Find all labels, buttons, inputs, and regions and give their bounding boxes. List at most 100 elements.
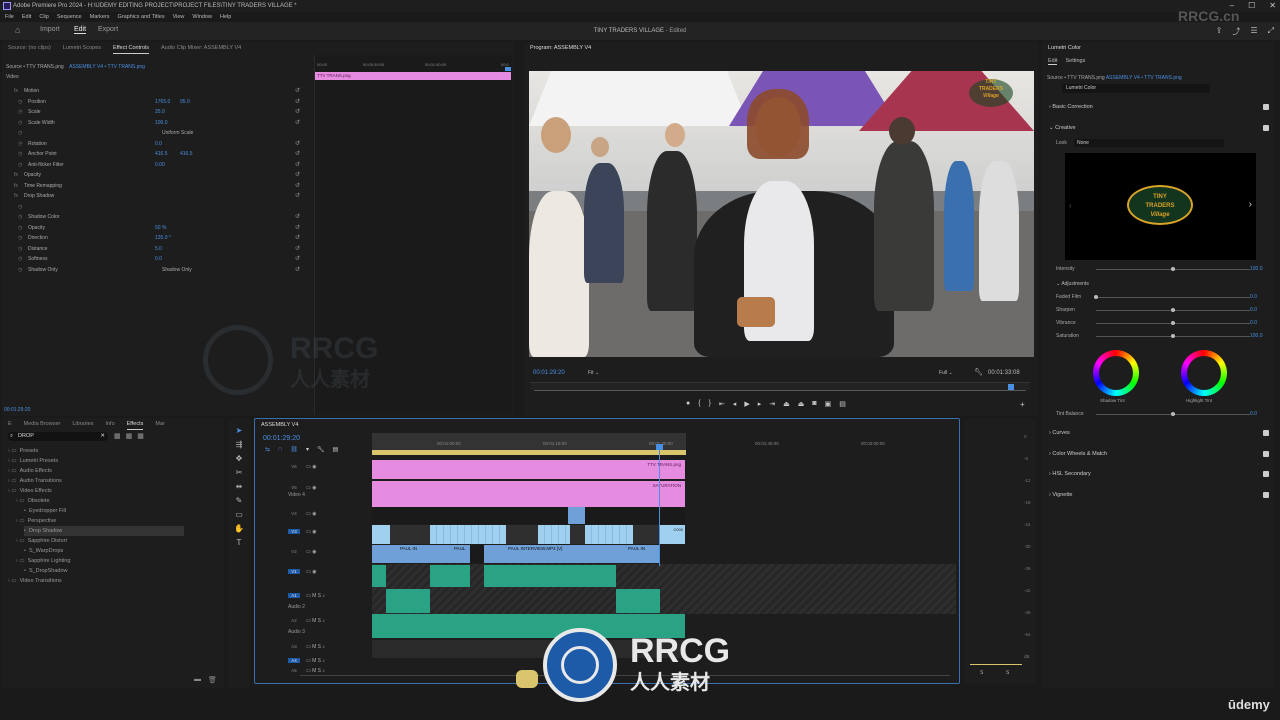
look-dropdown[interactable]: None: [1074, 139, 1224, 147]
razor-icon[interactable]: ✂: [234, 468, 244, 478]
effects-tree-item[interactable]: › ▭ Sapphire Distort: [16, 536, 67, 546]
reset-icon[interactable]: ↺: [295, 223, 300, 233]
lumetri-tab-settings[interactable]: Settings: [1065, 58, 1085, 65]
eye-icon[interactable]: ▭ ◉: [306, 549, 316, 555]
stopwatch-icon[interactable]: ◷: [18, 118, 22, 128]
stopwatch-icon[interactable]: ◷: [18, 107, 22, 117]
clear-search-icon[interactable]: ✕: [100, 432, 105, 441]
maximize-icon[interactable]: ☐: [1248, 0, 1255, 12]
slider-value[interactable]: 100.0: [1250, 333, 1263, 339]
lift-icon[interactable]: ⏏: [783, 400, 790, 408]
effect-row[interactable]: ◷ Softness 0.0 ↺: [2, 254, 302, 264]
tab-libraries[interactable]: Libraries: [72, 418, 93, 430]
effects-tree-item[interactable]: › ▭ Video Effects: [8, 486, 52, 496]
effects-search-input[interactable]: DROP ✕ ⌕: [8, 432, 108, 441]
effect-row[interactable]: ◷ Anchor Point 416.5 416.5 ↺: [2, 149, 302, 159]
track-target[interactable]: V4: [288, 511, 300, 516]
track-target[interactable]: V5: [288, 485, 300, 490]
track-header-a5[interactable]: A5 ▭ M S ♪: [258, 666, 368, 680]
add-marker-icon[interactable]: ●: [686, 400, 690, 408]
playhead[interactable]: [659, 446, 660, 566]
track-header-v1[interactable]: V1 ▭ ◉: [258, 567, 368, 581]
track-header-v5[interactable]: V5 ▭ ◉: [258, 483, 368, 497]
lumetri-section[interactable]: › Color Wheels & Match: [1049, 449, 1269, 459]
track-target[interactable]: A3: [288, 644, 300, 649]
section-creative[interactable]: ⌄ Creative: [1049, 123, 1269, 133]
effect-value-1[interactable]: 1765.0: [155, 97, 170, 107]
program-scrubber[interactable]: [534, 390, 1026, 391]
tab-effects[interactable]: Effects: [126, 418, 144, 430]
reset-icon[interactable]: ↺: [295, 191, 300, 201]
effects-tree-item[interactable]: › ▭ Audio Transitions: [8, 476, 62, 486]
mark-in-icon[interactable]: {: [698, 400, 700, 408]
timeline-scrollbar[interactable]: [300, 675, 950, 676]
tint-balance-slider[interactable]: [1096, 412, 1250, 416]
mute-icon[interactable]: ▭ M S ♪: [306, 658, 325, 664]
stopwatch-icon[interactable]: ◷: [18, 202, 22, 212]
share-icon[interactable]: ⤴: [1232, 26, 1240, 37]
program-title[interactable]: Program: ASSEMBLY V4: [530, 42, 591, 54]
lumetri-slider[interactable]: [1096, 308, 1250, 312]
effect-row[interactable]: ◷ Scale Width 100.0 ↺: [2, 118, 302, 128]
slider-value[interactable]: 0.0: [1250, 320, 1257, 326]
stopwatch-icon[interactable]: ◷: [18, 149, 22, 159]
lumetri-tab-edit[interactable]: Edit: [1048, 58, 1058, 65]
menu-markers[interactable]: Markers: [90, 12, 110, 22]
mark-out-icon[interactable]: }: [709, 400, 711, 408]
timeline-timecode[interactable]: 00:01:29:20: [263, 435, 300, 442]
mute-icon[interactable]: ▭ M S ♪: [306, 668, 325, 674]
program-timecode[interactable]: 00:01:29:20: [533, 370, 565, 376]
track-target[interactable]: V1: [288, 569, 300, 574]
shadow-tint-wheel[interactable]: [1093, 350, 1139, 396]
look-prev-icon[interactable]: ‹: [1069, 201, 1072, 210]
clip-ttv-trans[interactable]: TTV TRANS.png: [372, 460, 685, 479]
effect-value-1[interactable]: 100.0: [155, 118, 168, 128]
type-icon[interactable]: T: [234, 538, 244, 548]
tab-import[interactable]: Import: [40, 26, 60, 33]
reset-icon[interactable]: ↺: [295, 107, 300, 117]
accelerated-icon[interactable]: ▦: [114, 432, 121, 440]
look-next-icon[interactable]: ›: [1249, 199, 1252, 210]
export-frame-icon[interactable]: ◙: [812, 400, 816, 408]
stopwatch-icon[interactable]: ◷: [18, 97, 22, 107]
reset-icon[interactable]: ↺: [295, 170, 300, 180]
effect-value-1[interactable]: Uniform Scale: [162, 128, 193, 138]
effect-row[interactable]: ◷ Scale 25.0 ↺: [2, 107, 302, 117]
add-button-icon[interactable]: +: [1020, 400, 1025, 409]
effect-row[interactable]: ◷: [2, 202, 302, 212]
slider-value[interactable]: 100.0: [1250, 266, 1263, 272]
clip-a1-a[interactable]: [372, 565, 386, 587]
menu-edit[interactable]: Edit: [22, 12, 31, 22]
captions-icon[interactable]: ▤: [333, 446, 339, 453]
eye-icon[interactable]: ▭ ◉: [306, 569, 316, 575]
vr-icon[interactable]: ▤: [839, 400, 846, 408]
tab-e[interactable]: E: [8, 418, 12, 430]
effect-row[interactable]: ◷ Shadow Only Shadow Only ↺: [2, 265, 302, 275]
effects-tree-item[interactable]: › ▭ Obsolete: [16, 496, 50, 506]
track-v1-clips[interactable]: PAUL IN PAUL PAUL INTERVIEW.MP4 [V] PAUL…: [372, 545, 660, 563]
slider-knob[interactable]: [1171, 334, 1175, 338]
menu-window[interactable]: Window: [192, 12, 212, 22]
stopwatch-icon[interactable]: ◷: [18, 254, 22, 264]
effects-tree-item[interactable]: › ▭ Video Transitions: [8, 576, 62, 586]
reset-icon[interactable]: ↺: [295, 139, 300, 149]
tab-source[interactable]: Source: (no clips): [8, 42, 51, 54]
effect-value-1[interactable]: 5.0: [155, 244, 162, 254]
eye-icon[interactable]: ▭ ◉: [306, 511, 316, 517]
reset-icon[interactable]: ↺: [295, 118, 300, 128]
comparison-view-icon[interactable]: ▣: [825, 400, 832, 408]
selection-tool-icon[interactable]: ➤: [234, 426, 244, 436]
tab-export[interactable]: Export: [98, 26, 118, 33]
rectangle-icon[interactable]: ▭: [234, 510, 244, 520]
track-target[interactable]: V6: [288, 464, 300, 469]
menu-help[interactable]: Help: [220, 12, 231, 22]
menu-file[interactable]: File: [5, 12, 14, 22]
fit-dropdown[interactable]: Fit ⌄: [588, 370, 599, 376]
reset-icon[interactable]: ↺: [295, 97, 300, 107]
reset-icon[interactable]: ↺: [295, 181, 300, 191]
effect-value-1[interactable]: Shadow Only: [162, 265, 192, 275]
go-to-in-icon[interactable]: ⇤: [719, 400, 725, 408]
lumetri-slider[interactable]: [1094, 295, 1250, 299]
track-header-v2[interactable]: V2 ▭ ◉: [258, 547, 368, 561]
slider-value[interactable]: 0.0: [1250, 294, 1257, 300]
